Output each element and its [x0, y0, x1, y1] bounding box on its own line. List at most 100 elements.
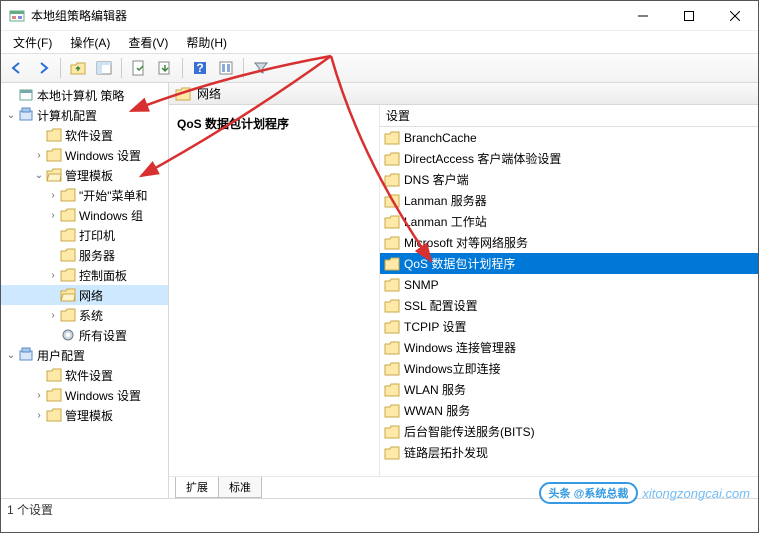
filter-button[interactable] [249, 56, 273, 80]
folder-icon [60, 227, 76, 243]
list-item-label: SNMP [404, 278, 439, 292]
tree-item[interactable]: ⌄计算机配置 [1, 105, 168, 125]
help-button[interactable]: ? [188, 56, 212, 80]
content-area: 本地计算机 策略⌄计算机配置软件设置›Windows 设置⌄管理模板›"开始"菜… [1, 83, 758, 498]
tree-item[interactable]: › "开始"菜单和 [1, 185, 168, 205]
tree-item[interactable]: ⌄用户配置 [1, 345, 168, 365]
expander-icon[interactable]: ⌄ [5, 110, 17, 121]
titlebar: 本地组策略编辑器 [1, 1, 758, 31]
list-item[interactable]: DNS 客户端 [380, 169, 758, 190]
tree-item[interactable]: ›控制面板 [1, 265, 168, 285]
detail-list[interactable]: 设置 BranchCache DirectAccess 客户端体验设置 DNS 客户… [379, 105, 758, 476]
tree-item[interactable]: ⌄ 管理模板 [1, 165, 168, 185]
list-item[interactable]: Lanman 服务器 [380, 190, 758, 211]
folder-icon [60, 287, 76, 303]
tree-item[interactable]: 所有设置 [1, 325, 168, 345]
tree-label: "开始"菜单和 [79, 187, 148, 204]
maximize-button[interactable] [666, 1, 712, 31]
list-item[interactable]: QoS 数据包计划程序 [380, 253, 758, 274]
tree-item[interactable]: 服务器 [1, 245, 168, 265]
list-item-label: Windows 连接管理器 [404, 339, 516, 356]
tree-pane[interactable]: 本地计算机 策略⌄计算机配置软件设置›Windows 设置⌄管理模板›"开始"菜… [1, 83, 169, 498]
tree-label: 打印机 [79, 227, 115, 244]
menu-view[interactable]: 查看(V) [120, 32, 176, 53]
minimize-button[interactable] [620, 1, 666, 31]
folder-icon [46, 367, 62, 383]
tree-label: 软件设置 [65, 367, 113, 384]
list-item[interactable]: WWAN 服务 [380, 400, 758, 421]
folder-icon [384, 340, 400, 356]
expander-icon[interactable]: › [33, 150, 45, 161]
expander-icon[interactable]: ⌄ [33, 170, 45, 181]
expander-icon[interactable]: › [47, 210, 59, 221]
refresh-button[interactable] [214, 56, 238, 80]
detail-left: QoS 数据包计划程序 [169, 105, 379, 476]
folder-icon [46, 387, 62, 403]
folder-icon [46, 147, 62, 163]
list-item-label: DNS 客户端 [404, 171, 469, 188]
status-text: 1 个设置 [7, 501, 53, 518]
tree-item[interactable]: ›Windows 设置 [1, 145, 168, 165]
list-item[interactable]: Windows立即连接 [380, 358, 758, 379]
tree-label: 服务器 [79, 247, 115, 264]
list-item[interactable]: Microsoft 对等网络服务 [380, 232, 758, 253]
back-button[interactable] [5, 56, 29, 80]
expander-icon[interactable]: › [33, 390, 45, 401]
list-item-label: WWAN 服务 [404, 402, 470, 419]
folder-icon [384, 424, 400, 440]
list-item-label: Microsoft 对等网络服务 [404, 234, 528, 251]
list-item[interactable]: Windows 连接管理器 [380, 337, 758, 358]
folder-icon [384, 130, 400, 146]
list-item[interactable]: DirectAccess 客户端体验设置 [380, 148, 758, 169]
list-item[interactable]: BranchCache [380, 127, 758, 148]
expander-icon[interactable]: › [47, 310, 59, 321]
properties-button[interactable] [127, 56, 151, 80]
list-item-label: QoS 数据包计划程序 [404, 255, 515, 272]
column-header-settings[interactable]: 设置 [380, 105, 758, 127]
watermark-badge: 头条 @系统总裁 [539, 482, 639, 504]
expander-icon[interactable]: › [33, 410, 45, 421]
list-item-label: SSL 配置设置 [404, 297, 478, 314]
folder-icon [384, 298, 400, 314]
tree-item[interactable]: 网络 [1, 285, 168, 305]
menu-action[interactable]: 操作(A) [62, 32, 118, 53]
tab-extended[interactable]: 扩展 [175, 477, 219, 498]
tree-item[interactable]: › Windows 设置 [1, 385, 168, 405]
list-item[interactable]: WLAN 服务 [380, 379, 758, 400]
list-item-label: Windows立即连接 [404, 360, 501, 377]
list-item[interactable]: SNMP [380, 274, 758, 295]
list-item[interactable]: Lanman 工作站 [380, 211, 758, 232]
expander-icon[interactable]: › [47, 270, 59, 281]
up-folder-button[interactable] [66, 56, 90, 80]
expander-icon[interactable]: ⌄ [5, 350, 17, 361]
folder-icon [175, 86, 191, 102]
export-button[interactable] [153, 56, 177, 80]
list-item[interactable]: TCPIP 设置 [380, 316, 758, 337]
expander-icon[interactable]: › [47, 190, 59, 201]
folder-icon [46, 407, 62, 423]
tree-label: 管理模板 [65, 167, 113, 184]
tab-standard[interactable]: 标准 [218, 477, 262, 498]
folder-icon [384, 445, 400, 461]
tree-label: Windows 设置 [65, 387, 141, 404]
app-icon [9, 8, 25, 24]
list-item[interactable]: SSL 配置设置 [380, 295, 758, 316]
tree-item[interactable]: ›系统 [1, 305, 168, 325]
tree-label: 网络 [79, 287, 103, 304]
tree-item[interactable]: 打印机 [1, 225, 168, 245]
tree-item[interactable]: 软件设置 [1, 365, 168, 385]
watermark: 头条 @系统总裁 xitongzongcai.com [539, 482, 750, 504]
tree-item[interactable]: 软件设置 [1, 125, 168, 145]
menu-help[interactable]: 帮助(H) [178, 32, 235, 53]
watermark-url: xitongzongcai.com [642, 486, 750, 501]
tree-item[interactable]: ›管理模板 [1, 405, 168, 425]
forward-button[interactable] [31, 56, 55, 80]
list-item-label: BranchCache [404, 131, 477, 145]
menu-file[interactable]: 文件(F) [5, 32, 60, 53]
tree-item[interactable]: 本地计算机 策略 [1, 85, 168, 105]
tree-item[interactable]: ›Windows 组 [1, 205, 168, 225]
show-hide-tree-button[interactable] [92, 56, 116, 80]
close-button[interactable] [712, 1, 758, 31]
list-item[interactable]: 链路层拓扑发现 [380, 442, 758, 463]
list-item[interactable]: 后台智能传送服务(BITS) [380, 421, 758, 442]
